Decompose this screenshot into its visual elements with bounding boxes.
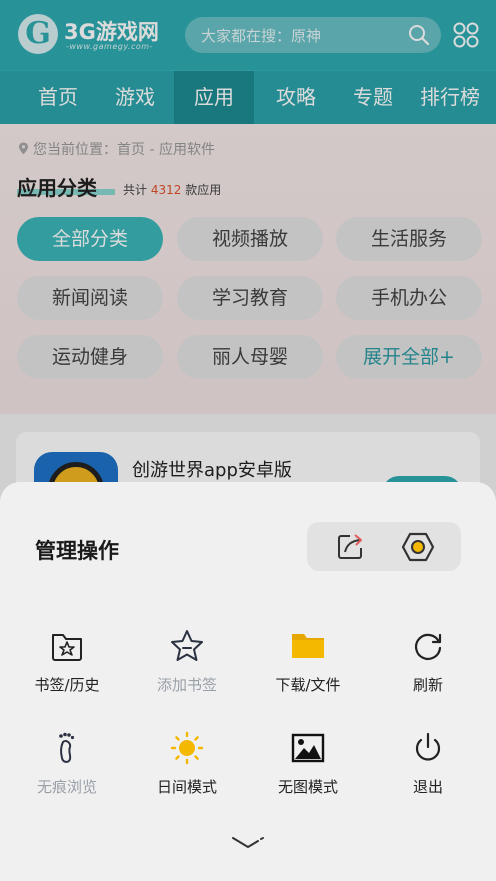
image-icon bbox=[291, 733, 325, 763]
menu-bookmarks-history[interactable]: 书签/历史 bbox=[7, 628, 127, 708]
bookmark-folder-icon bbox=[52, 634, 82, 661]
sheet-title: 管理操作 bbox=[35, 539, 119, 563]
menu-label: 无痕浏览 bbox=[36, 778, 97, 796]
share-button[interactable] bbox=[333, 530, 367, 564]
power-icon bbox=[415, 732, 441, 761]
menu-label: 无图模式 bbox=[277, 778, 338, 796]
menu-label: 下载/文件 bbox=[275, 676, 341, 694]
settings-icon bbox=[401, 532, 435, 562]
menu-label: 刷新 bbox=[412, 676, 443, 694]
menu-add-bookmark[interactable]: 添加书签 bbox=[127, 628, 247, 708]
menu-no-image-mode[interactable]: 无图模式 bbox=[248, 730, 368, 810]
menu-day-mode[interactable]: 日间模式 bbox=[127, 730, 247, 810]
quick-actions bbox=[307, 522, 461, 571]
manage-actions-sheet: 管理操作 书签/历史 添加书签 下载/文件 刷新 无痕浏览 日间模式 无图模式 … bbox=[0, 482, 496, 881]
folder-icon bbox=[292, 634, 324, 658]
menu-exit[interactable]: 退出 bbox=[368, 730, 488, 810]
menu-incognito[interactable]: 无痕浏览 bbox=[7, 730, 127, 810]
chevron-down-icon[interactable] bbox=[228, 832, 268, 852]
sun-icon bbox=[170, 731, 204, 765]
menu-downloads-files[interactable]: 下载/文件 bbox=[248, 628, 368, 708]
menu-label: 日间模式 bbox=[156, 778, 217, 796]
star-icon bbox=[171, 630, 203, 661]
share-icon bbox=[338, 534, 362, 559]
refresh-icon bbox=[414, 633, 442, 660]
menu-refresh[interactable]: 刷新 bbox=[368, 628, 488, 708]
footprint-icon bbox=[59, 732, 75, 763]
menu-label: 书签/历史 bbox=[34, 676, 100, 694]
settings-button[interactable] bbox=[401, 530, 435, 564]
menu-label: 添加书签 bbox=[156, 676, 217, 694]
menu-label: 退出 bbox=[412, 778, 443, 796]
